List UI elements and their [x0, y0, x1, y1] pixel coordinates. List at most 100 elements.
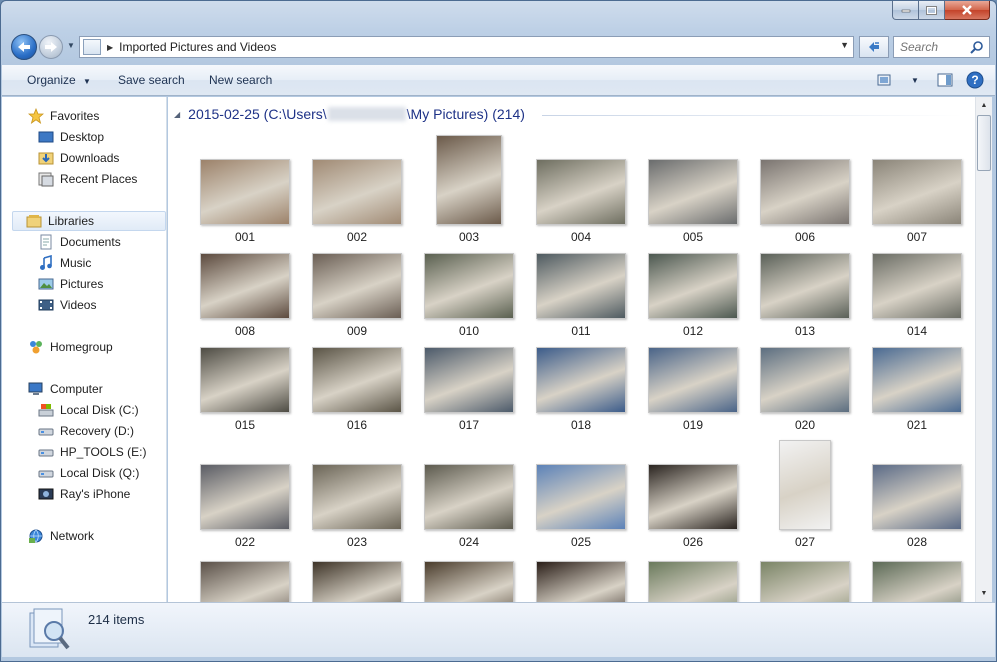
breadcrumb-current[interactable]: Imported Pictures and Videos	[119, 40, 276, 54]
nav-label: Computer	[50, 382, 103, 396]
help-button[interactable]: ?	[965, 70, 985, 90]
nav-computer[interactable]: Computer	[28, 379, 103, 399]
thumbnail-image	[200, 159, 290, 225]
thumbnail-label: 016	[346, 418, 368, 432]
chevron-up-icon: ▲	[980, 102, 988, 109]
recent-pages-button[interactable]: ▼	[67, 41, 77, 53]
thumbnail-image	[872, 253, 962, 319]
thumbnail-image	[200, 347, 290, 413]
thumbnail-image	[424, 561, 514, 602]
thumbnail-image	[536, 561, 626, 602]
nav-label: HP_TOOLS (E:)	[60, 445, 147, 459]
nav-label: Libraries	[48, 214, 95, 228]
search-icon[interactable]	[970, 40, 984, 54]
thumbnail-label: 005	[682, 230, 704, 244]
nav-desktop[interactable]: Desktop	[38, 127, 104, 147]
new-search-button[interactable]: New search	[209, 73, 272, 87]
thumbnail-image	[536, 347, 626, 413]
vertical-scrollbar[interactable]: ▲ ▼	[975, 97, 992, 602]
thumbnail-label: 028	[906, 535, 928, 549]
view-controls: ▼ ?	[875, 70, 985, 90]
nav-label: Music	[60, 256, 92, 270]
music-icon	[38, 255, 54, 271]
thumbnail-image	[872, 159, 962, 225]
group-path-count: \My Pictures) (214)	[406, 106, 525, 122]
thumbnail-image	[872, 464, 962, 530]
thumbnail-image	[536, 253, 626, 319]
change-view-button[interactable]	[875, 70, 895, 90]
maximize-button[interactable]	[919, 1, 945, 20]
scroll-thumb[interactable]	[977, 115, 991, 171]
thumbnail-label: 002	[346, 230, 368, 244]
nav-local-disk-q[interactable]: Local Disk (Q:)	[38, 463, 139, 483]
group-date: 2015-02-25 (C:\Users\	[188, 106, 327, 122]
thumbnail-label: 003	[458, 230, 480, 244]
thumbnail-image	[436, 135, 502, 225]
search-results-icon	[28, 607, 70, 653]
command-bar: Organize ▼ Save search New search ▼ ?	[2, 65, 995, 96]
nav-label: Videos	[60, 298, 97, 312]
group-header[interactable]: ◢ 2015-02-25 (C:\Users\ \My Pictures) (2…	[174, 106, 525, 122]
view-options-button[interactable]: ▼	[905, 70, 925, 90]
system-drive-icon	[38, 402, 54, 418]
nav-favorites[interactable]: Favorites	[28, 106, 99, 126]
address-bar[interactable]: ▶ Imported Pictures and Videos ▼	[79, 36, 854, 58]
back-button[interactable]	[11, 34, 37, 60]
minimize-icon	[901, 9, 910, 13]
thumbnail-image	[536, 159, 626, 225]
organize-menu[interactable]: Organize ▼	[27, 73, 91, 87]
thumbnail-label: 013	[794, 324, 816, 338]
nav-iphone[interactable]: Ray's iPhone	[38, 484, 130, 504]
thumbnail-image	[648, 347, 738, 413]
thumbnail-image	[648, 253, 738, 319]
collapse-group-icon[interactable]: ◢	[174, 110, 180, 119]
nav-libraries[interactable]: Libraries	[12, 211, 166, 231]
nav-downloads[interactable]: Downloads	[38, 148, 119, 168]
arrow-right-icon	[45, 42, 57, 52]
network-icon	[28, 528, 44, 544]
scroll-down-button[interactable]: ▼	[976, 585, 992, 602]
thumbnail-image	[424, 347, 514, 413]
thumbnail-image	[760, 347, 850, 413]
nav-label: Recovery (D:)	[60, 424, 135, 438]
nav-network[interactable]: Network	[28, 526, 94, 546]
nav-recovery-d[interactable]: Recovery (D:)	[38, 421, 134, 441]
refresh-button[interactable]	[859, 36, 889, 58]
save-search-button[interactable]: Save search	[118, 73, 185, 87]
close-icon	[962, 5, 972, 15]
chevron-down-icon: ▼	[911, 75, 919, 85]
nav-label: Desktop	[60, 130, 105, 144]
thumbnail-image	[760, 159, 850, 225]
address-dropdown-icon[interactable]: ▼	[840, 40, 849, 50]
nav-documents[interactable]: Documents	[38, 232, 121, 252]
svg-text:?: ?	[971, 73, 978, 87]
search-box[interactable]	[893, 36, 990, 58]
scroll-up-button[interactable]: ▲	[976, 97, 992, 114]
nav-local-disk-c[interactable]: Local Disk (C:)	[38, 400, 139, 420]
downloads-folder-icon	[38, 150, 54, 166]
nav-homegroup[interactable]: Homegroup	[28, 337, 113, 357]
nav-label: Homegroup	[50, 340, 113, 354]
thumbnail-image	[200, 464, 290, 530]
breadcrumb-arrow-icon[interactable]: ▶	[107, 43, 113, 52]
search-input[interactable]	[900, 40, 972, 54]
thumbnail-label: 009	[346, 324, 368, 338]
forward-button[interactable]	[39, 35, 63, 59]
file-view: ◢ 2015-02-25 (C:\Users\ \My Pictures) (2…	[168, 97, 975, 602]
pictures-icon	[38, 276, 54, 292]
minimize-button[interactable]	[892, 1, 919, 20]
thumbnail-label: 024	[458, 535, 480, 549]
nav-recent-places[interactable]: Recent Places	[38, 169, 137, 189]
thumbnail-image	[312, 347, 402, 413]
organize-label: Organize	[27, 73, 76, 87]
nav-music[interactable]: Music	[38, 253, 91, 273]
nav-pictures[interactable]: Pictures	[38, 274, 103, 294]
address-row: ▼ ▶ Imported Pictures and Videos ▼	[9, 32, 990, 62]
homegroup-icon	[28, 339, 44, 355]
preview-pane-button[interactable]	[935, 70, 955, 90]
nav-hptools-e[interactable]: HP_TOOLS (E:)	[38, 442, 146, 462]
thumbnail-image	[312, 253, 402, 319]
close-button[interactable]	[945, 1, 990, 20]
nav-videos[interactable]: Videos	[38, 295, 96, 315]
thumbnail-label: 021	[906, 418, 928, 432]
